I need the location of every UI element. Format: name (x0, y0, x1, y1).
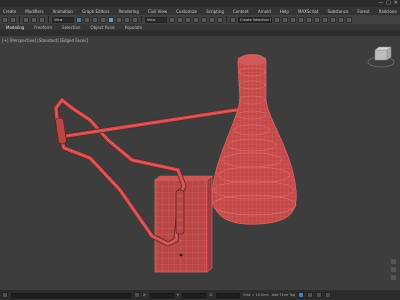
move-icon[interactable] (108, 16, 114, 23)
viewport-nav-controls (391, 259, 396, 280)
lamp-shade[interactable] (211, 54, 297, 225)
maximize-icon[interactable]: ▢ (386, 0, 391, 7)
lamp-wireframe-model[interactable] (0, 36, 400, 290)
rotate-icon[interactable] (116, 16, 122, 23)
menu-help[interactable]: Help (280, 9, 289, 14)
tab-selection[interactable]: Selection (62, 25, 80, 30)
menu-content[interactable]: Content (233, 9, 249, 14)
orbit-icon[interactable] (391, 275, 396, 280)
menu-maxscript[interactable]: MAXScript (298, 9, 319, 14)
bind-icon[interactable] (39, 16, 45, 23)
next-frame-icon[interactable] (325, 292, 332, 298)
window-controls: — ▢ ✕ (378, 0, 398, 7)
menu-rendering[interactable]: Rendering (118, 9, 138, 14)
select-object-icon[interactable] (76, 16, 82, 23)
pivot-icon[interactable] (169, 16, 175, 23)
render-setup-icon[interactable] (330, 16, 336, 23)
edit-named-sets-icon[interactable] (230, 16, 236, 23)
z-coordinate-field[interactable] (216, 292, 241, 298)
spinner-snap-icon[interactable] (217, 16, 223, 23)
schematic-view-icon[interactable] (314, 16, 320, 23)
rect-select-icon[interactable] (92, 16, 98, 23)
menu-graph-editors[interactable]: Graph Editors (82, 9, 109, 14)
z-label: Z: (209, 293, 214, 297)
maxscript-listener-icon[interactable] (2, 292, 8, 298)
toolbar-divider (48, 16, 49, 23)
grid-spacing: Grid = 10.0cm (243, 293, 269, 297)
layer-explorer-icon[interactable] (290, 16, 296, 23)
main-toolbar: View View Create Selection Se (0, 15, 400, 24)
unlink-icon[interactable] (31, 16, 37, 23)
scale-icon[interactable] (124, 16, 130, 23)
menu-create[interactable]: Create (3, 9, 16, 14)
lock-selection-icon[interactable] (134, 292, 140, 298)
menu-modifiers[interactable]: Modifiers (25, 9, 43, 14)
select-by-name-icon[interactable] (84, 16, 90, 23)
select-manipulate-icon[interactable] (177, 16, 183, 23)
render-icon[interactable] (346, 16, 352, 23)
toolbar-divider (226, 16, 227, 23)
redo-icon[interactable] (10, 16, 16, 23)
percent-snap-icon[interactable] (209, 16, 215, 23)
prompt-line (11, 292, 131, 298)
undo-icon[interactable] (2, 16, 8, 23)
auto-key-button[interactable] (298, 292, 305, 298)
x-coordinate-field[interactable] (149, 292, 174, 298)
tab-populate[interactable]: Populate (125, 25, 142, 30)
tab-object-paint[interactable]: Object Paint (90, 25, 114, 30)
add-time-tag[interactable]: Add Time Tag (272, 293, 296, 297)
window-crossing-icon[interactable] (100, 16, 106, 23)
tab-freeform[interactable]: Freeform (34, 25, 52, 30)
play-icon[interactable] (316, 292, 323, 298)
menu-civil-view[interactable]: Civil View (148, 9, 167, 14)
y-coordinate-field[interactable] (182, 292, 207, 298)
menu-railclone[interactable]: Railclone (379, 9, 397, 14)
link-icon[interactable] (23, 16, 29, 23)
tab-modeling[interactable]: Modeling (6, 25, 24, 30)
title-bar: — ▢ ✕ (0, 0, 400, 7)
zoom-icon[interactable] (391, 259, 396, 264)
align-icon[interactable] (282, 16, 288, 23)
reference-coord-dropdown[interactable]: View (145, 16, 167, 23)
set-key-button[interactable] (307, 292, 314, 298)
menu-substance[interactable]: Substance (327, 9, 348, 14)
toolbar-divider (19, 16, 20, 23)
minimize-icon[interactable]: — (378, 0, 383, 7)
status-bar: X: Y: Z: Grid = 10.0cm Add Time Tag (0, 290, 400, 300)
curve-editor-icon[interactable] (306, 16, 312, 23)
pan-icon[interactable] (391, 267, 396, 272)
y-label: Y: (176, 293, 180, 297)
named-selection-dropdown[interactable]: Create Selection Se (238, 16, 272, 23)
menu-bar: Create Modifiers Animation Graph Editors… (0, 7, 400, 15)
x-label: X: (143, 293, 147, 297)
keyboard-shortcut-icon[interactable] (185, 16, 191, 23)
material-editor-icon[interactable] (322, 16, 328, 23)
close-icon[interactable]: ✕ (394, 0, 398, 7)
mirror-icon[interactable] (274, 16, 280, 23)
toggle-ribbon-icon[interactable] (298, 16, 304, 23)
toolbar-divider (141, 16, 142, 23)
placement-icon[interactable] (132, 16, 138, 23)
angle-snap-icon[interactable] (201, 16, 207, 23)
menu-scripting[interactable]: Scripting (206, 9, 224, 14)
menu-arnold[interactable]: Arnold (258, 9, 271, 14)
menu-customize[interactable]: Customize (176, 9, 197, 14)
selection-filter-dropdown[interactable]: View (52, 16, 74, 23)
perspective-viewport[interactable]: [+] [Perspective] [Standard] [Edged Face… (0, 36, 400, 290)
menu-animation[interactable]: Animation (53, 9, 73, 14)
snap-icon[interactable] (193, 16, 199, 23)
rendered-frame-icon[interactable] (338, 16, 344, 23)
menu-forest[interactable]: Forest (357, 9, 369, 14)
